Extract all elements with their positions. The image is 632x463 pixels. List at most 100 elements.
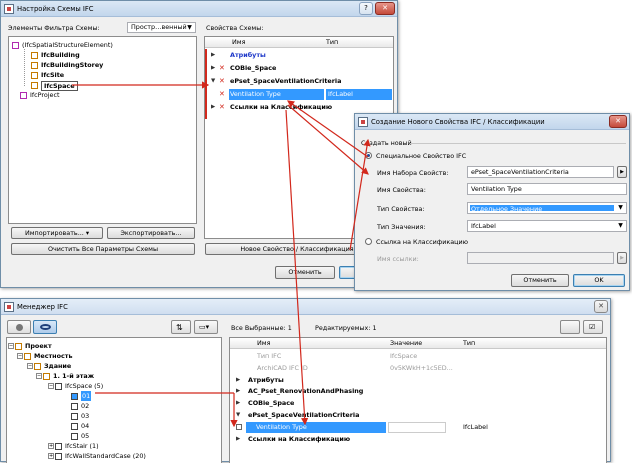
prop-name-field[interactable]: Ventilation Type xyxy=(467,183,627,195)
manager-property-row[interactable]: ▶ COBie_Space xyxy=(230,398,606,409)
triangle-right-icon[interactable]: ▶ xyxy=(236,375,240,386)
clear-schema-button[interactable]: Очистить Все Параметры Схемы xyxy=(11,243,195,255)
triangle-right-icon[interactable]: ▶ xyxy=(211,50,215,61)
property-row[interactable]: ▼ ✕ ePset_SpaceVentilationCriteria xyxy=(205,76,393,87)
expand-toggle-icon[interactable]: + xyxy=(48,453,54,459)
triangle-right-icon[interactable]: ▶ xyxy=(236,398,240,409)
property-check-button[interactable]: ☑ xyxy=(583,320,603,334)
remove-icon[interactable]: ✕ xyxy=(219,63,225,74)
property-row[interactable]: ▶ ✕ Ссылки на Классификацию xyxy=(205,102,393,113)
schema-tree-item[interactable]: IfcSite xyxy=(41,70,64,80)
triangle-right-icon[interactable]: ▶ xyxy=(211,102,215,113)
expand-toggle-icon[interactable] xyxy=(64,393,70,399)
checkbox-icon[interactable] xyxy=(236,423,242,430)
triangle-down-icon[interactable]: ▼ xyxy=(211,76,215,87)
schema-tree-item[interactable]: IfcProject xyxy=(30,90,60,100)
triangle-right-icon[interactable]: ▶ xyxy=(211,63,215,74)
import-button[interactable]: Импортировать... ▾ xyxy=(11,227,103,239)
ref-name-field[interactable] xyxy=(467,252,614,264)
property-name: Ventilation Type xyxy=(229,89,324,100)
manager-tree-item[interactable]: IfcWallStandardCase (20) xyxy=(65,451,146,461)
ifc-element-icon xyxy=(20,92,27,99)
set-name-field[interactable]: ePset_SpaceVentilationCriteria xyxy=(467,166,614,178)
filter-view-button[interactable]: ▭▾ xyxy=(194,320,218,334)
manager-tree-item[interactable]: Проект xyxy=(25,341,52,351)
manager-property-row[interactable]: ArchiCAD IFC ID 0v5KWkH+1c5ED... xyxy=(230,363,606,374)
schema-dialog-title: Настройка Схемы IFC xyxy=(17,5,94,13)
property-row[interactable]: ▶ ✕ COBie_Space xyxy=(205,63,393,74)
special-property-label: Специальное Свойство IFC xyxy=(376,152,467,160)
create-close-button[interactable]: ✕ xyxy=(609,115,627,128)
manager-tree-item[interactable]: IfcStair (1) xyxy=(65,441,99,451)
browse-ref-button[interactable]: ▶ xyxy=(617,252,627,264)
manager-title: Менеджер IFC xyxy=(17,303,68,311)
classification-radio[interactable] xyxy=(365,238,372,245)
triangle-down-icon[interactable]: ▼ xyxy=(236,410,240,421)
create-ok-button[interactable]: OK xyxy=(573,274,625,287)
expand-toggle-icon[interactable] xyxy=(64,433,70,439)
manager-property-name: COBie_Space xyxy=(248,399,295,408)
filter-select[interactable]: Простр…венный ▼ xyxy=(127,22,196,33)
filter-tree: (IfcSpatialStructureElement) IfcBuilding I… xyxy=(8,36,197,224)
prop-type-select[interactable]: Отдельное Значение ▼ xyxy=(467,202,627,214)
help-button[interactable]: ? xyxy=(359,2,373,15)
manager-tree-item[interactable]: IfcSpace (5) xyxy=(65,381,103,391)
view-toggle-button[interactable] xyxy=(33,320,57,334)
expand-toggle-icon[interactable]: − xyxy=(8,343,14,349)
value-type-select[interactable]: IfcLabel ▼ xyxy=(467,220,627,232)
property-settings-button[interactable] xyxy=(560,320,580,334)
schema-tree-item[interactable]: IfcBuildingStorey xyxy=(41,60,103,70)
manager-property-row[interactable]: ▶ AC_Pset_RenovationAndPhasing xyxy=(230,386,606,397)
manager-tree-item[interactable]: 03 xyxy=(81,411,89,421)
expand-tree-button[interactable]: ⇅ xyxy=(171,320,191,334)
remove-icon[interactable]: ✕ xyxy=(219,102,225,113)
triangle-right-icon[interactable]: ▶ xyxy=(236,386,240,397)
manager-property-row[interactable]: ▶ Атрибуты xyxy=(230,375,606,386)
expand-toggle-icon[interactable]: + xyxy=(48,443,54,449)
expand-toggle-icon[interactable] xyxy=(64,413,70,419)
schema-cancel-button[interactable]: Отменить xyxy=(275,266,335,279)
export-button[interactable]: Экспортировать... xyxy=(107,227,195,239)
expand-toggle-icon[interactable] xyxy=(64,403,70,409)
expand-toggle-icon[interactable]: − xyxy=(36,373,42,379)
browse-set-button[interactable]: ▶ xyxy=(617,166,627,178)
manager-tree-item[interactable]: 05 xyxy=(81,431,89,441)
manager-close-button[interactable]: ✕ xyxy=(594,300,608,313)
triangle-right-icon[interactable]: ▶ xyxy=(236,434,240,445)
manager-col-name: Имя xyxy=(257,339,271,347)
close-button[interactable]: ✕ xyxy=(375,2,395,15)
manager-tree-item[interactable]: 01 xyxy=(81,391,92,401)
manager-property-type: IfcLabel xyxy=(463,422,488,431)
manager-tree-item[interactable]: 04 xyxy=(81,421,89,431)
create-cancel-button[interactable]: Отменить xyxy=(511,274,569,287)
manager-tree-item[interactable]: 02 xyxy=(81,401,89,411)
space-icon xyxy=(71,413,78,420)
expand-toggle-icon[interactable]: − xyxy=(17,353,23,359)
value-edit-field[interactable] xyxy=(388,421,446,433)
value-type-label: Тип Значения: xyxy=(377,223,426,231)
schema-tree-item[interactable]: IfcBuilding xyxy=(41,50,80,60)
ifc-element-icon xyxy=(12,42,19,49)
record-button[interactable] xyxy=(7,320,31,334)
chevron-down-icon: ▼ xyxy=(618,204,623,211)
manager-tree-item[interactable]: Здание xyxy=(44,361,71,371)
manager-property-value: 0v5KWkH+1c5ED... xyxy=(390,363,453,372)
property-row[interactable]: ✕ Ventilation Type IfcLabel xyxy=(205,89,393,100)
property-name: Ссылки на Классификацию xyxy=(230,103,333,111)
expand-toggle-icon[interactable]: − xyxy=(27,363,33,369)
schema-tree-item[interactable]: (IfcSpatialStructureElement) xyxy=(22,40,113,50)
property-row[interactable]: ▶ Атрибуты xyxy=(205,50,393,61)
remove-icon[interactable]: ✕ xyxy=(219,76,225,87)
eye-icon xyxy=(40,324,51,330)
manager-tree-item[interactable]: 1. 1-й этаж xyxy=(53,371,94,381)
special-property-radio[interactable] xyxy=(365,152,372,159)
expand-toggle-icon[interactable]: − xyxy=(48,383,54,389)
filter-select-value: Простр…венный xyxy=(131,23,187,31)
expand-toggle-icon[interactable] xyxy=(64,423,70,429)
manager-property-row[interactable]: Тип IFC IfcSpace xyxy=(230,351,606,362)
manager-property-row[interactable]: Ventilation Type IfcLabel xyxy=(230,421,606,433)
manager-property-row[interactable]: ▶ Ссылки на Классификацию xyxy=(230,434,606,445)
manager-property-row[interactable]: ▼ ePset_SpaceVentilationCriteria xyxy=(230,410,606,421)
remove-icon[interactable]: ✕ xyxy=(219,89,225,100)
manager-tree-item[interactable]: Местность xyxy=(34,351,73,361)
